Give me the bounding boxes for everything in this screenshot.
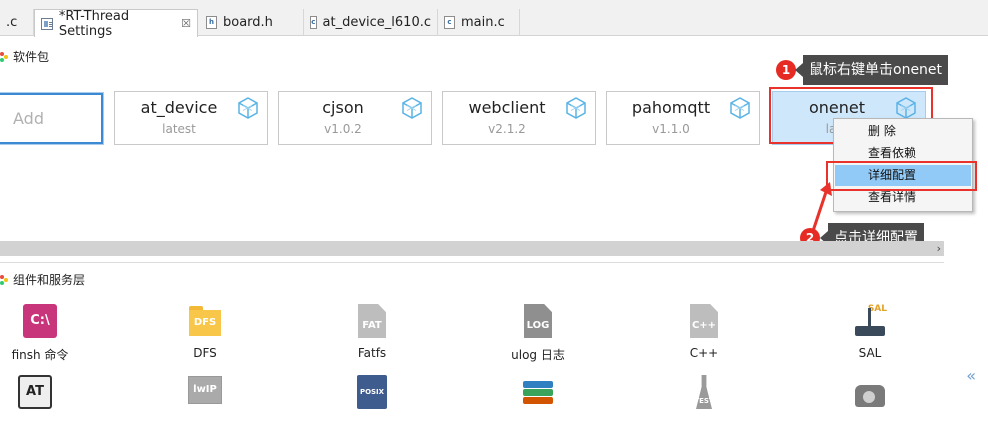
tab-label: main.c (461, 15, 505, 30)
package-card-at-device[interactable]: at_device latest (114, 91, 268, 145)
sal-router-icon (853, 304, 887, 338)
lwip-icon: lwIP (188, 376, 222, 404)
finsh-icon: C:\ (23, 304, 57, 338)
component-at-client[interactable]: AT (0, 375, 80, 409)
tab-label: board.h (223, 15, 273, 30)
packages-section-title: 软件包 (13, 50, 50, 64)
package-name: webclient (468, 98, 546, 117)
components-section-header: 组件和服务层 (0, 271, 85, 288)
menu-item-delete[interactable]: 删 除 (835, 121, 971, 142)
section-divider (0, 262, 944, 263)
component-label: SAL (858, 346, 882, 360)
package-card-webclient[interactable]: webclient v2.1.2 (442, 91, 596, 145)
tab-main-c[interactable]: c main.c (438, 9, 520, 36)
ulog-document-icon: LOG (524, 304, 552, 338)
component-libc[interactable] (493, 375, 583, 409)
cpp-document-icon: C++ (690, 304, 718, 338)
component-label: Fatfs (357, 346, 387, 360)
component-telephone[interactable] (825, 375, 915, 409)
step-1-badge: 1 (776, 60, 796, 80)
component-cpp[interactable]: C++ C++ (659, 304, 749, 360)
packages-section-header: 软件包 (0, 48, 49, 65)
component-label: C++ (689, 346, 719, 360)
component-fatfs[interactable]: FAT Fatfs (327, 304, 417, 360)
package-name: pahomqtt (631, 98, 711, 117)
component-label: DFS (193, 346, 217, 360)
component-utest[interactable] (659, 375, 749, 409)
posix-icon: POSIX (357, 375, 387, 409)
package-cube-icon (238, 97, 258, 119)
libc-books-icon (521, 375, 555, 409)
package-cube-icon (402, 97, 422, 119)
tab-label: .c (6, 15, 18, 30)
tab-board-h[interactable]: h board.h (200, 9, 304, 36)
tab-partial-c-file[interactable]: .c (0, 9, 34, 36)
component-finsh[interactable]: C:\ finsh 命令 (0, 304, 85, 363)
package-name: cjson (322, 98, 364, 117)
component-ulog[interactable]: LOG ulog 日志 (493, 304, 583, 363)
add-package-input[interactable] (0, 95, 101, 142)
step-1-callout: 鼠标右键单击onenet (794, 55, 949, 85)
test-flask-icon (687, 375, 721, 409)
component-label: finsh 命令 (11, 348, 69, 362)
tab-rt-thread-settings[interactable]: *RT-Thread Settings ☒ (34, 8, 198, 39)
package-card-cjson[interactable]: cjson v1.0.2 (278, 91, 432, 145)
close-tab-icon[interactable]: ☒ (181, 17, 191, 30)
c-file-icon: c (310, 16, 317, 29)
package-version: latest (162, 122, 196, 136)
component-posix[interactable]: POSIX (327, 375, 417, 409)
tab-label: *RT-Thread Settings (58, 8, 130, 39)
header-file-icon: h (206, 16, 217, 29)
section-dots-icon (0, 274, 8, 285)
settings-file-icon (41, 17, 53, 30)
package-name: at_device (140, 98, 218, 117)
component-label: ulog 日志 (511, 348, 565, 362)
package-version: v1.0.2 (324, 122, 362, 136)
editor-tab-bar: .c *RT-Thread Settings ☒ h board.h c at_… (0, 0, 988, 39)
package-version: v2.1.2 (488, 122, 526, 136)
add-package-box[interactable] (0, 92, 104, 145)
tab-label: at_device_l610.c (322, 15, 431, 30)
section-dots-icon (0, 51, 8, 62)
package-version: v1.1.0 (652, 122, 690, 136)
telephone-icon (853, 375, 887, 409)
package-cube-icon (566, 97, 586, 119)
component-lwip[interactable]: lwIP (160, 376, 250, 404)
annotation-highlight-detailed-config (826, 161, 977, 191)
package-card-pahomqtt[interactable]: pahomqtt v1.1.0 (606, 91, 760, 145)
fatfs-document-icon: FAT (358, 304, 386, 338)
scroll-right-icon[interactable]: › (937, 242, 941, 255)
components-section-title: 组件和服务层 (13, 273, 86, 287)
package-cube-icon (730, 97, 750, 119)
packages-horizontal-scrollbar[interactable]: › (0, 241, 944, 256)
component-sal[interactable]: SAL (825, 304, 915, 360)
at-client-icon: AT (18, 375, 52, 409)
tab-at-device-l610-c[interactable]: c at_device_l610.c (304, 9, 438, 36)
c-file-icon: c (444, 16, 455, 29)
dfs-folder-icon (189, 304, 221, 338)
component-dfs[interactable]: DFS (160, 304, 250, 360)
collapse-panel-icon[interactable]: « (966, 366, 976, 385)
